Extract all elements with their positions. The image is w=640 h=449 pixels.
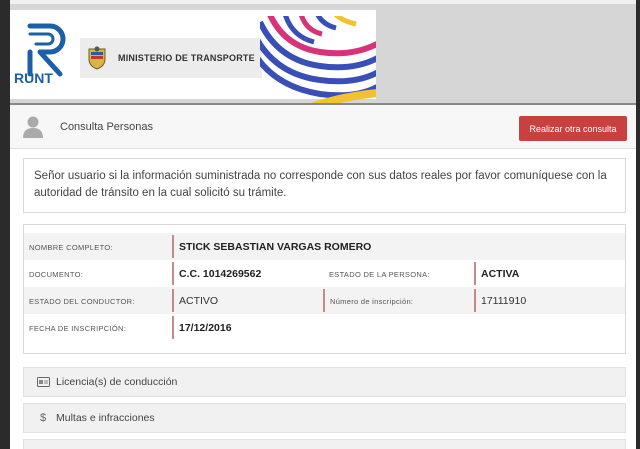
- nombre-value: STICK SEBASTIAN VARGAS ROMERO: [179, 241, 372, 253]
- estado-persona-value: ACTIVA: [481, 268, 520, 280]
- estado-conductor-value: ACTIVO: [179, 295, 219, 307]
- field-separator: [172, 316, 174, 339]
- nombre-label: NOMBRE COMPLETO:: [29, 243, 113, 252]
- field-separator: [172, 262, 174, 285]
- accordion-multas[interactable]: $ Multas e infracciones: [23, 403, 626, 433]
- field-separator: [474, 289, 476, 312]
- field-separator: [323, 289, 325, 312]
- dollar-icon: $: [39, 412, 47, 424]
- page-title: Consulta Personas: [60, 121, 153, 133]
- row-nombre: NOMBRE COMPLETO: STICK SEBASTIAN VARGAS …: [24, 233, 625, 260]
- field-separator: [474, 262, 476, 285]
- field-separator: [172, 235, 174, 258]
- estado-conductor-label: ESTADO DEL CONDUCTOR:: [29, 297, 135, 306]
- decorative-waves-graphic: [260, 16, 376, 105]
- header-brand-area: RUNT MINISTERIO DE TRANSPORTE: [10, 10, 376, 105]
- consulta-toolbar: Consulta Personas Realizar otra consulta: [10, 105, 636, 149]
- info-notice: Señor usuario si la información suminist…: [23, 158, 626, 213]
- person-info-panel: NOMBRE COMPLETO: STICK SEBASTIAN VARGAS …: [23, 224, 626, 354]
- row-fecha: FECHA DE INSCRIPCIÓN: 17/12/2016: [24, 314, 625, 341]
- license-card-icon: [36, 376, 50, 388]
- window-right-border: [636, 0, 640, 449]
- accordion-licencias-label: Licencia(s) de conducción: [56, 376, 178, 388]
- fecha-label: FECHA DE INSCRIPCIÓN:: [29, 324, 127, 333]
- accordion-multas-label: Multas e infracciones: [56, 412, 155, 424]
- ministerio-badge: MINISTERIO DE TRANSPORTE: [80, 38, 262, 78]
- row-conductor: ESTADO DEL CONDUCTOR: ACTIVO Número de i…: [24, 287, 625, 314]
- documento-label: DOCUMENTO:: [29, 270, 84, 279]
- site-header: RUNT MINISTERIO DE TRANSPORTE: [10, 4, 636, 105]
- window-left-border: [0, 0, 10, 449]
- row-documento: DOCUMENTO: C.C. 1014269562 ESTADO DE LA …: [24, 260, 625, 287]
- page-content: Consulta Personas Realizar otra consulta…: [10, 105, 636, 449]
- numero-inscripcion-label: Número de inscripción:: [330, 297, 414, 306]
- field-separator: [172, 289, 174, 312]
- fecha-value: 17/12/2016: [179, 322, 232, 334]
- user-icon: [23, 116, 43, 138]
- runt-logo-text: RUNT: [14, 70, 53, 86]
- ministerio-label: MINISTERIO DE TRANSPORTE: [118, 53, 255, 63]
- new-query-button[interactable]: Realizar otra consulta: [519, 116, 627, 141]
- estado-persona-label: ESTADO DE LA PERSONA:: [329, 270, 430, 279]
- colombia-crest-icon: [88, 46, 106, 70]
- numero-inscripcion-value: 17111910: [481, 295, 527, 307]
- accordion-licencias[interactable]: Licencia(s) de conducción: [23, 367, 626, 397]
- documento-value: C.C. 1014269562: [179, 268, 262, 280]
- accordion-next-partial[interactable]: [23, 439, 626, 449]
